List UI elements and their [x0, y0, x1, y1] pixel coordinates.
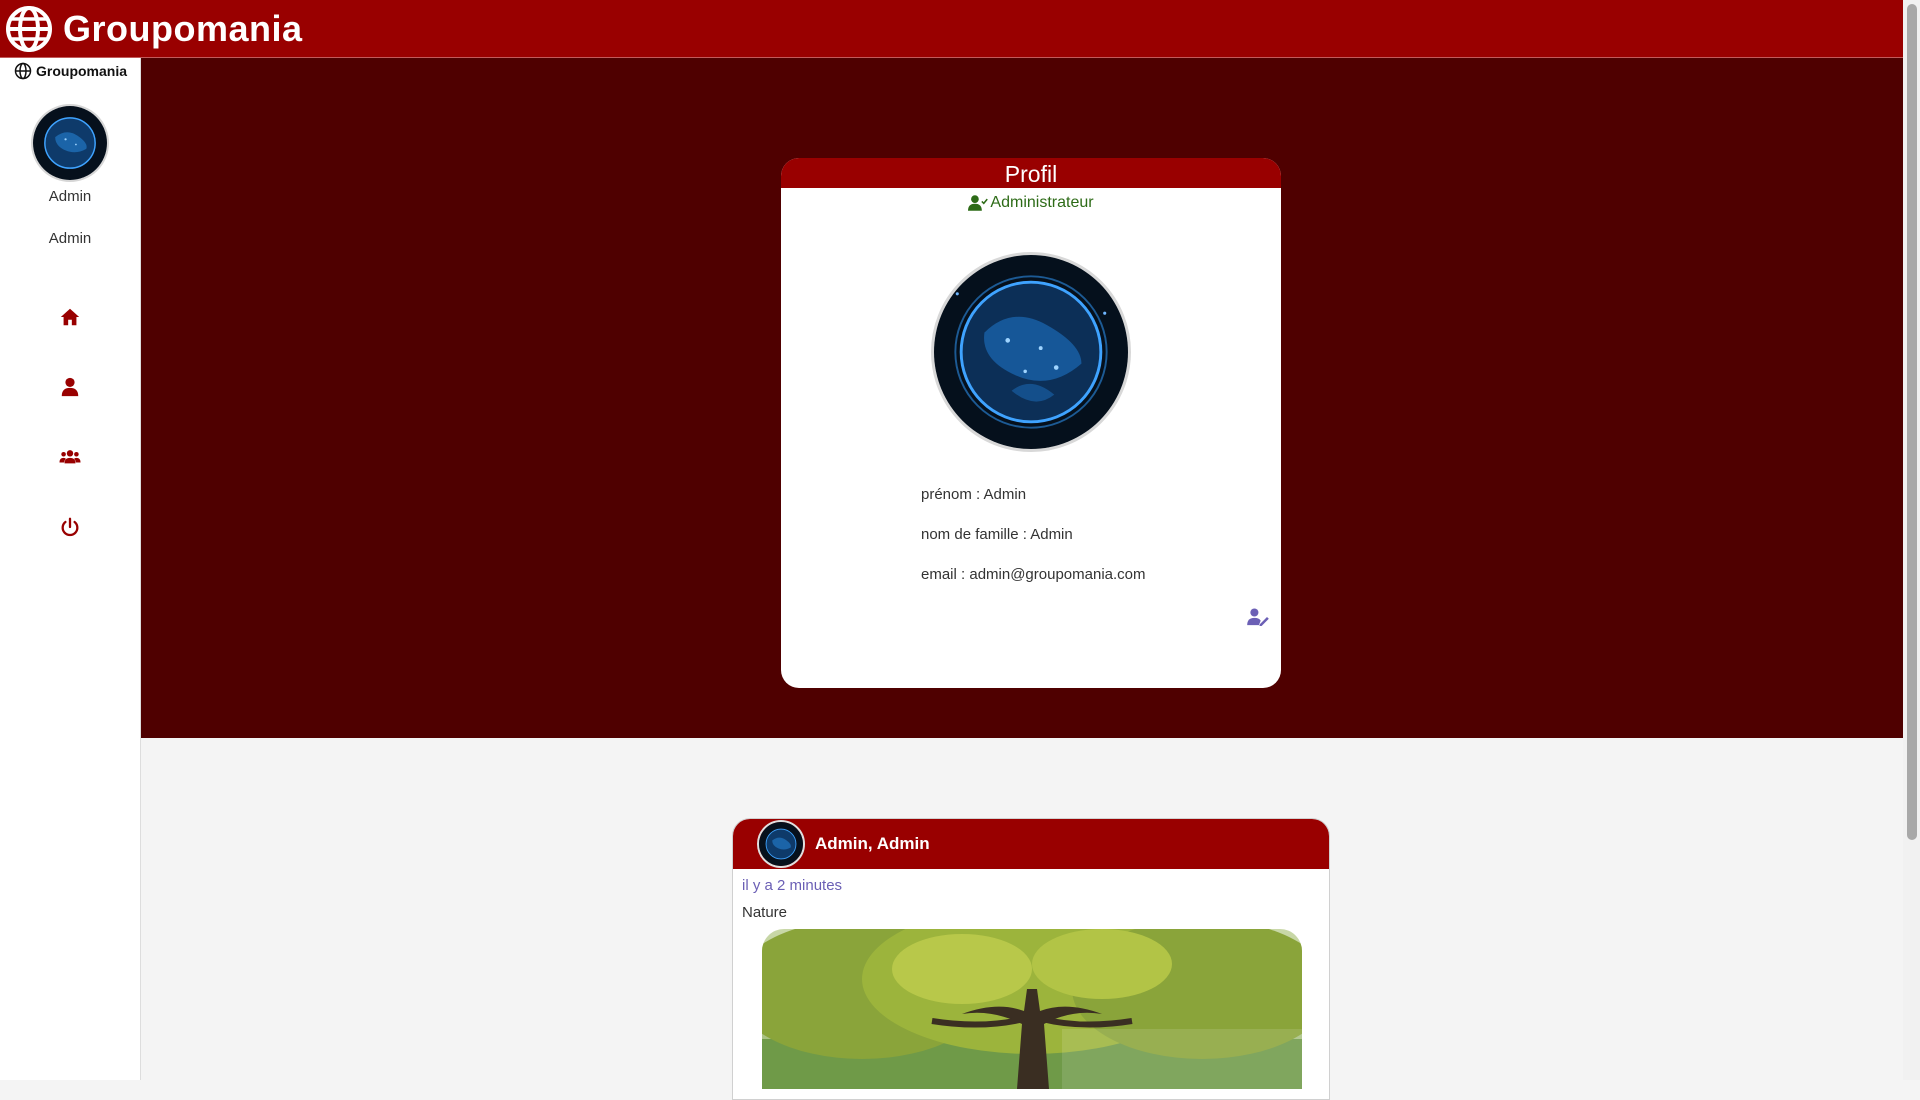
edit-profile-button[interactable] [1247, 608, 1269, 626]
scrollbar-thumb[interactable] [1907, 4, 1917, 840]
role-label: Administrateur [990, 194, 1094, 211]
post-card: Admin, Admin il y a 2 minutes Nature [732, 818, 1330, 1100]
sidebar-item-home[interactable] [0, 282, 140, 352]
role-badge: Administrateur [781, 194, 1281, 212]
post-timestamp: il y a 2 minutes [742, 877, 843, 894]
sidebar-user-lastname: Admin [48, 230, 92, 247]
profile-info: prénom : Admin nom de famille : Admin em… [921, 486, 1281, 606]
user-icon [61, 377, 79, 397]
sidebar-brand-label: Groupomania [36, 63, 128, 79]
power-icon [61, 517, 79, 537]
profile-email: email : admin@groupomania.com [921, 566, 1146, 583]
sidebar: Groupomania Admin Admin [0, 58, 141, 1080]
post-author[interactable]: Admin, Admin [815, 834, 930, 854]
post-header: Admin, Admin [733, 819, 1329, 869]
sidebar-item-profile[interactable] [0, 352, 140, 422]
post-text: Nature [742, 904, 788, 921]
post-avatar [757, 820, 805, 868]
users-icon [59, 450, 81, 464]
globe-logo-icon[interactable] [5, 5, 53, 53]
sidebar-brand[interactable]: Groupomania [0, 58, 140, 80]
globe-icon [14, 62, 32, 80]
profile-hero: Profil Administrateur prénom: Admin nom… [141, 58, 1903, 738]
profile-title: Profil [781, 158, 1281, 188]
profile-avatar [931, 252, 1131, 452]
sidebar-user-firstname: Admin [48, 188, 92, 205]
profile-firstname: prénom : Admin [921, 486, 1027, 503]
sidebar-avatar [31, 104, 109, 182]
brand-title[interactable]: Groupomania [63, 8, 303, 50]
sidebar-nav [0, 282, 140, 562]
top-navbar: Groupomania [0, 0, 1920, 58]
sidebar-item-logout[interactable] [0, 492, 140, 562]
home-icon [60, 308, 80, 326]
page-scrollbar[interactable] [1903, 0, 1920, 1080]
sidebar-item-users[interactable] [0, 422, 140, 492]
profile-lastname: nom de famille : Admin [921, 526, 1073, 543]
user-check-icon [968, 195, 989, 211]
profile-card: Profil Administrateur prénom: Admin nom… [781, 158, 1281, 688]
post-image [762, 929, 1302, 1089]
